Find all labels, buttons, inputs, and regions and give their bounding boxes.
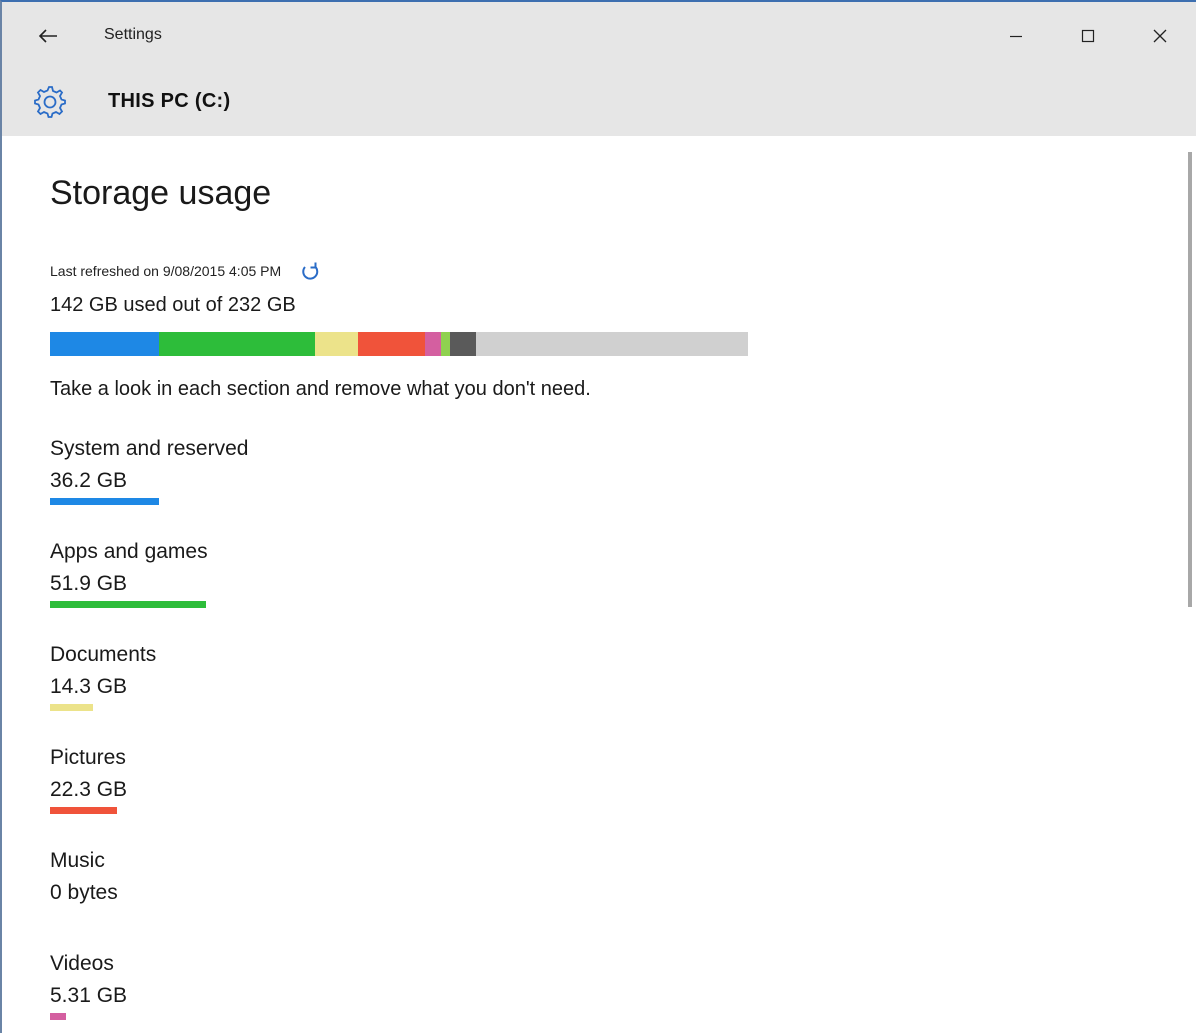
category-size: 51.9 GB — [50, 572, 128, 595]
category-size: 36.2 GB — [50, 469, 128, 492]
usage-segment-other-dark — [450, 332, 476, 356]
title-bar: Settings THIS PC (C:) — [2, 2, 1196, 136]
category-label: Pictures — [50, 746, 126, 769]
close-icon — [1153, 29, 1167, 43]
category-label: Documents — [50, 643, 157, 666]
storage-heading: Storage usage — [50, 174, 272, 212]
storage-usage-bar — [50, 332, 748, 356]
usage-segment-system — [50, 332, 159, 356]
page-header: THIS PC (C:) — [30, 80, 230, 122]
settings-window: Settings THIS PC (C:) Storage usage Last… — [0, 0, 1196, 1033]
maximize-icon — [1081, 29, 1095, 43]
storage-category[interactable]: Videos 5.31 GB — [50, 951, 650, 1020]
category-size: 14.3 GB — [50, 675, 128, 698]
usage-segment-pictures — [358, 332, 426, 356]
category-label: System and reserved — [50, 437, 249, 460]
close-button[interactable] — [1124, 12, 1196, 60]
category-usage-bar — [50, 1013, 66, 1020]
window-controls — [980, 12, 1196, 60]
storage-category[interactable]: System and reserved 36.2 GB — [50, 436, 650, 505]
scrollbar-thumb[interactable] — [1188, 152, 1192, 607]
category-usage-bar — [50, 807, 117, 814]
storage-category[interactable]: Music 0 bytes — [50, 848, 650, 906]
usage-segment-videos — [425, 332, 442, 356]
gear-icon — [30, 82, 68, 120]
minimize-button[interactable] — [980, 12, 1052, 60]
back-button[interactable] — [30, 18, 66, 54]
category-usage-bar — [50, 704, 93, 711]
minimize-icon — [1010, 35, 1022, 38]
storage-category[interactable]: Apps and games 51.9 GB — [50, 539, 650, 608]
category-usage-bar — [50, 498, 159, 505]
storage-category[interactable]: Documents 14.3 GB — [50, 642, 650, 711]
app-title: Settings — [104, 26, 162, 43]
category-size: 0 bytes — [50, 881, 118, 904]
category-size: 5.31 GB — [50, 984, 128, 1007]
category-usage-bar — [50, 601, 206, 608]
last-refreshed-row: Last refreshed on 9/08/2015 4:05 PM — [50, 260, 321, 282]
last-refreshed-text: Last refreshed on 9/08/2015 4:05 PM — [50, 263, 282, 279]
page-title: THIS PC (C:) — [108, 89, 231, 112]
refresh-icon[interactable] — [299, 260, 321, 282]
used-summary: 142 GB used out of 232 GB — [50, 294, 296, 316]
category-size: 22.3 GB — [50, 778, 128, 801]
category-label: Music — [50, 849, 105, 872]
maximize-button[interactable] — [1052, 12, 1124, 60]
storage-category[interactable]: Pictures 22.3 GB — [50, 745, 650, 814]
category-label: Videos — [50, 952, 114, 975]
category-label: Apps and games — [50, 540, 208, 563]
usage-segment-apps — [158, 332, 316, 356]
back-arrow-icon — [38, 29, 57, 43]
hint-text: Take a look in each section and remove w… — [50, 378, 591, 400]
usage-segment-other-green — [441, 332, 451, 356]
usage-segment-documents — [315, 332, 359, 356]
